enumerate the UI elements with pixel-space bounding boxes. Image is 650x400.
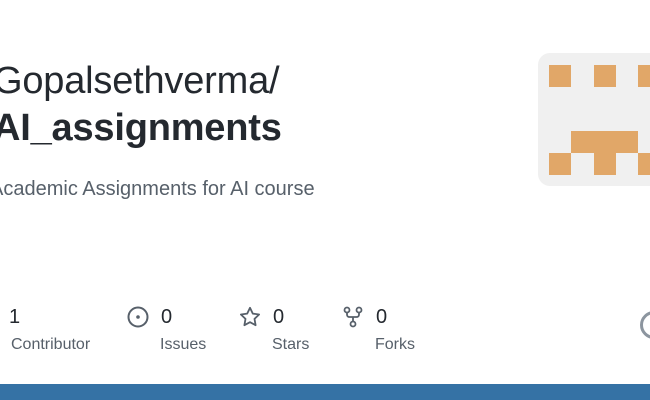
identicon-block (638, 153, 650, 175)
stat-issues[interactable]: 0 Issues (127, 303, 206, 359)
contributors-count: 1 (9, 306, 21, 328)
stars-count: 0 (273, 306, 285, 328)
identicon-block (638, 65, 650, 87)
issues-count: 0 (161, 306, 173, 328)
star-icon (239, 306, 261, 328)
identicon-block (549, 65, 571, 87)
forks-count: 0 (376, 306, 388, 328)
issue-icon (127, 306, 149, 328)
fork-icon (342, 306, 364, 328)
repo-name[interactable]: AI_assignments (0, 104, 282, 152)
stars-label: Stars (272, 336, 310, 353)
identicon-block (594, 153, 616, 175)
identicon-block (549, 153, 571, 175)
identicon-block (571, 131, 638, 153)
repo-social-card: Gopalsethverma/ AI_assignments Academic … (0, 0, 650, 400)
forks-label: Forks (375, 336, 415, 353)
language-bar (0, 384, 650, 400)
issues-label: Issues (160, 336, 207, 353)
contributors-label: Contributor (11, 336, 91, 353)
repo-owner[interactable]: Gopalsethverma/ (0, 57, 280, 105)
github-logo-icon (640, 311, 650, 339)
stat-stars[interactable]: 0 Stars (239, 303, 309, 359)
repo-description: Academic Assignments for AI course (0, 178, 315, 200)
stat-forks[interactable]: 0 Forks (342, 303, 415, 359)
identicon-block (594, 65, 616, 87)
owner-avatar[interactable] (538, 53, 650, 186)
stat-contributors[interactable]: 1 Contributor (0, 303, 90, 359)
